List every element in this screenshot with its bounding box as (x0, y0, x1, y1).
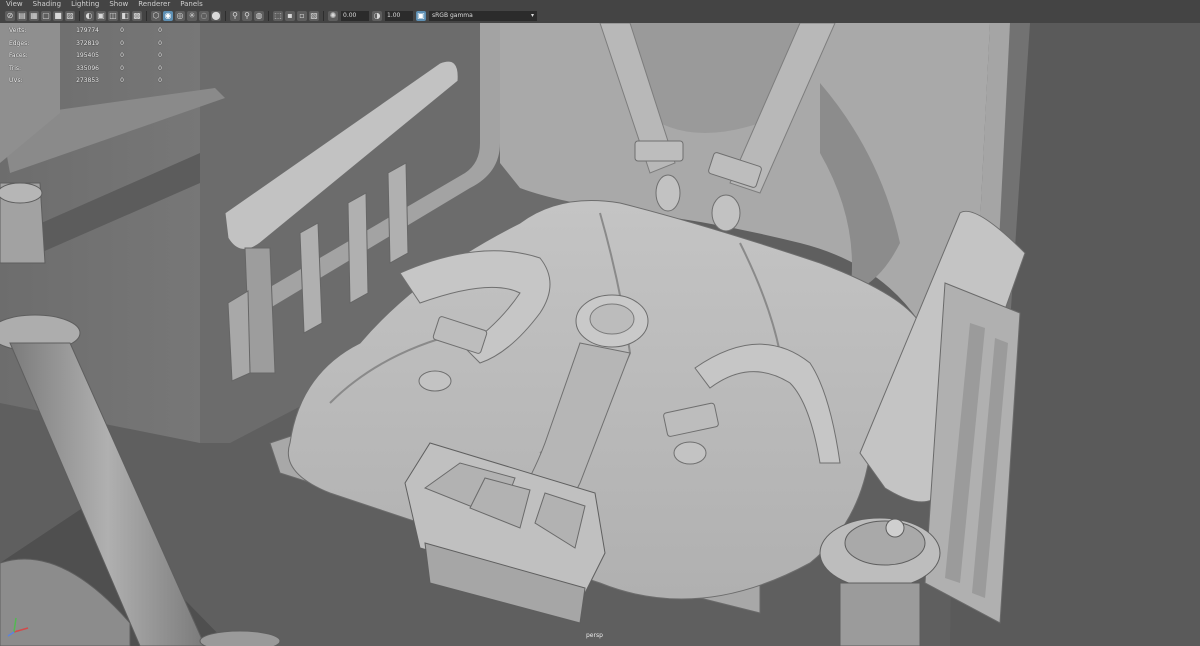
xray-icon[interactable]: ◎ (175, 11, 185, 21)
smooth-shade-icon[interactable]: ■ (53, 11, 63, 21)
hud-row-verts: Verts: 179774 0 0 (9, 27, 162, 34)
left-lap-loop (418, 370, 452, 392)
quick-release-center (589, 303, 635, 335)
armrest-support-4 (387, 162, 409, 264)
gamma-field[interactable]: 1.00 (385, 11, 413, 21)
maya-viewport-app: View Shading Lighting Show Renderer Pane… (0, 0, 1200, 646)
toolbar-divider (268, 11, 269, 21)
hud-row-edges: Edges: 372819 0 0 (9, 39, 162, 47)
armrest-side-bar (227, 290, 251, 382)
armrest-support-2 (299, 222, 323, 334)
safe-action-icon[interactable]: ⚲ (242, 11, 252, 21)
motion-blur-icon[interactable]: ◧ (120, 11, 130, 21)
exposure-icon[interactable]: ◍ (254, 11, 264, 21)
menu-view[interactable]: View (0, 0, 28, 9)
gamma-toggle-icon[interactable]: ◑ (372, 11, 382, 21)
sun-icon[interactable]: ✺ (328, 11, 338, 21)
viewport-menu-bar: View Shading Lighting Show Renderer Pane… (0, 0, 1200, 9)
right-knob-cap (885, 518, 905, 538)
toolbar-divider (323, 11, 324, 21)
hud-row-tris: Tris: 335096 0 0 (9, 64, 162, 72)
menu-renderer[interactable]: Renderer (133, 0, 175, 9)
armrest-support-3 (347, 192, 369, 304)
exposure-field[interactable]: 0.00 (341, 11, 369, 21)
hud-icon[interactable]: ▫ (297, 11, 307, 21)
shadow-icon[interactable]: ▣ (96, 11, 106, 21)
camera-name-label: persp (586, 632, 603, 639)
right-lap-loop (673, 441, 707, 465)
left-pillar-cap (0, 182, 43, 204)
toolbar-divider (225, 11, 226, 21)
resolution-gate-icon[interactable]: ⬤ (211, 11, 221, 21)
wireframe-icon[interactable]: ▢ (41, 11, 51, 21)
right-knob-column (839, 582, 921, 646)
color-management-icon[interactable]: ▪ (285, 11, 295, 21)
grid-icon[interactable]: ▦ (29, 11, 39, 21)
gamma-icon[interactable]: ⬚ (273, 11, 283, 21)
aa-icon[interactable]: ▩ (132, 11, 142, 21)
ao-icon[interactable]: ◫ (108, 11, 118, 21)
lighting-icon[interactable]: ◐ (84, 11, 94, 21)
right-strap-loop (711, 194, 741, 232)
toolbar-divider (79, 11, 80, 21)
viewport-scene[interactable] (0, 23, 1200, 646)
frame-icon[interactable]: ▧ (309, 11, 319, 21)
menu-lighting[interactable]: Lighting (66, 0, 104, 9)
right-knob-ring (844, 520, 926, 566)
left-strap-loop (655, 174, 681, 212)
left-strap-buckle (634, 140, 684, 162)
toolbar-divider (146, 11, 147, 21)
isolate-icon[interactable]: ◉ (163, 11, 173, 21)
bookmark-icon[interactable]: ▤ (17, 11, 27, 21)
hud-row-uvs: UVs: 273853 0 0 (9, 77, 162, 84)
viewport-toolbar: ⊘ ▤ ▦ ▢ ■ ▨ ◐ ▣ ◫ ◧ ▩ ⬡ ◉ ◎ ✳ ◌ ⬤ ⚲ ⚲ ◍ … (0, 9, 1200, 24)
view-axis-icon (7, 617, 29, 637)
menu-panels[interactable]: Panels (175, 0, 208, 9)
backface-icon[interactable]: ◌ (199, 11, 209, 21)
poly-count-hud: Verts: 179774 0 0 Edges: 372819 0 0 Face… (9, 25, 162, 88)
menu-shading[interactable]: Shading (28, 0, 66, 9)
hud-row-faces: Faces: 195405 0 0 (9, 52, 162, 59)
camera-icon[interactable]: ⊘ (5, 11, 15, 21)
dof-icon[interactable]: ⬡ (151, 11, 161, 21)
xray-joints-icon[interactable]: ✳ (187, 11, 197, 21)
menu-show[interactable]: Show (104, 0, 133, 9)
color-space-dropdown[interactable]: sRGB gamma ▾ (429, 11, 537, 21)
3d-viewport[interactable]: Verts: 179774 0 0 Edges: 372819 0 0 Face… (0, 23, 1200, 646)
textured-icon[interactable]: ▨ (65, 11, 75, 21)
color-space-value: sRGB gamma (432, 12, 473, 19)
chevron-down-icon: ▾ (530, 12, 534, 19)
color-space-icon[interactable]: ▣ (416, 11, 426, 21)
field-chart-icon[interactable]: ⚲ (230, 11, 240, 21)
